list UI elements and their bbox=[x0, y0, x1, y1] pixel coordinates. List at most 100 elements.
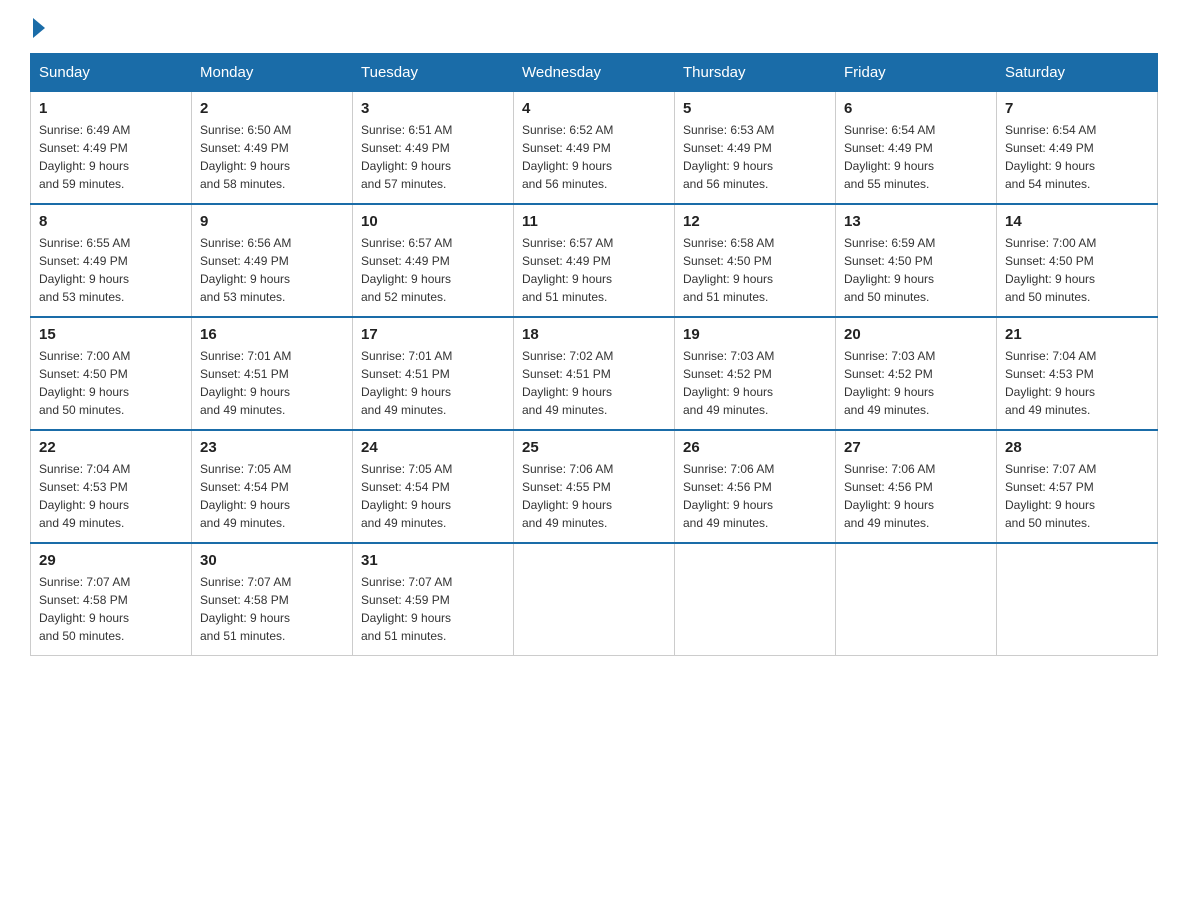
calendar-cell bbox=[836, 543, 997, 656]
calendar-cell: 23 Sunrise: 7:05 AMSunset: 4:54 PMDaylig… bbox=[192, 430, 353, 543]
calendar-cell: 21 Sunrise: 7:04 AMSunset: 4:53 PMDaylig… bbox=[997, 317, 1158, 430]
day-info: Sunrise: 7:07 AMSunset: 4:59 PMDaylight:… bbox=[361, 573, 505, 645]
day-number: 3 bbox=[361, 100, 505, 117]
day-info: Sunrise: 6:51 AMSunset: 4:49 PMDaylight:… bbox=[361, 121, 505, 193]
day-number: 29 bbox=[39, 552, 183, 569]
calendar-cell: 18 Sunrise: 7:02 AMSunset: 4:51 PMDaylig… bbox=[514, 317, 675, 430]
calendar-week-row: 1 Sunrise: 6:49 AMSunset: 4:49 PMDayligh… bbox=[31, 92, 1158, 205]
calendar-cell: 5 Sunrise: 6:53 AMSunset: 4:49 PMDayligh… bbox=[675, 92, 836, 205]
calendar-cell: 1 Sunrise: 6:49 AMSunset: 4:49 PMDayligh… bbox=[31, 92, 192, 205]
logo-arrow-icon bbox=[33, 18, 45, 38]
calendar-week-row: 8 Sunrise: 6:55 AMSunset: 4:49 PMDayligh… bbox=[31, 204, 1158, 317]
calendar-cell: 17 Sunrise: 7:01 AMSunset: 4:51 PMDaylig… bbox=[353, 317, 514, 430]
day-info: Sunrise: 6:56 AMSunset: 4:49 PMDaylight:… bbox=[200, 234, 344, 306]
calendar-cell: 6 Sunrise: 6:54 AMSunset: 4:49 PMDayligh… bbox=[836, 92, 997, 205]
day-info: Sunrise: 6:54 AMSunset: 4:49 PMDaylight:… bbox=[844, 121, 988, 193]
calendar-cell: 22 Sunrise: 7:04 AMSunset: 4:53 PMDaylig… bbox=[31, 430, 192, 543]
day-header-monday: Monday bbox=[192, 54, 353, 92]
day-number: 12 bbox=[683, 213, 827, 230]
day-info: Sunrise: 7:03 AMSunset: 4:52 PMDaylight:… bbox=[844, 347, 988, 419]
calendar-cell: 11 Sunrise: 6:57 AMSunset: 4:49 PMDaylig… bbox=[514, 204, 675, 317]
day-number: 24 bbox=[361, 439, 505, 456]
day-number: 10 bbox=[361, 213, 505, 230]
day-number: 31 bbox=[361, 552, 505, 569]
calendar-cell: 28 Sunrise: 7:07 AMSunset: 4:57 PMDaylig… bbox=[997, 430, 1158, 543]
calendar-cell: 2 Sunrise: 6:50 AMSunset: 4:49 PMDayligh… bbox=[192, 92, 353, 205]
day-number: 13 bbox=[844, 213, 988, 230]
day-info: Sunrise: 7:00 AMSunset: 4:50 PMDaylight:… bbox=[39, 347, 183, 419]
calendar-cell: 4 Sunrise: 6:52 AMSunset: 4:49 PMDayligh… bbox=[514, 92, 675, 205]
day-info: Sunrise: 6:54 AMSunset: 4:49 PMDaylight:… bbox=[1005, 121, 1149, 193]
day-info: Sunrise: 7:05 AMSunset: 4:54 PMDaylight:… bbox=[200, 460, 344, 532]
day-info: Sunrise: 7:04 AMSunset: 4:53 PMDaylight:… bbox=[1005, 347, 1149, 419]
day-info: Sunrise: 6:50 AMSunset: 4:49 PMDaylight:… bbox=[200, 121, 344, 193]
calendar-week-row: 15 Sunrise: 7:00 AMSunset: 4:50 PMDaylig… bbox=[31, 317, 1158, 430]
day-info: Sunrise: 7:06 AMSunset: 4:56 PMDaylight:… bbox=[683, 460, 827, 532]
day-number: 17 bbox=[361, 326, 505, 343]
day-number: 11 bbox=[522, 213, 666, 230]
day-number: 16 bbox=[200, 326, 344, 343]
day-number: 8 bbox=[39, 213, 183, 230]
calendar-cell: 30 Sunrise: 7:07 AMSunset: 4:58 PMDaylig… bbox=[192, 543, 353, 656]
day-number: 25 bbox=[522, 439, 666, 456]
calendar-cell: 24 Sunrise: 7:05 AMSunset: 4:54 PMDaylig… bbox=[353, 430, 514, 543]
day-number: 27 bbox=[844, 439, 988, 456]
calendar-cell: 31 Sunrise: 7:07 AMSunset: 4:59 PMDaylig… bbox=[353, 543, 514, 656]
day-info: Sunrise: 7:01 AMSunset: 4:51 PMDaylight:… bbox=[361, 347, 505, 419]
day-info: Sunrise: 7:07 AMSunset: 4:58 PMDaylight:… bbox=[39, 573, 183, 645]
day-header-thursday: Thursday bbox=[675, 54, 836, 92]
day-header-sunday: Sunday bbox=[31, 54, 192, 92]
day-number: 1 bbox=[39, 100, 183, 117]
day-number: 23 bbox=[200, 439, 344, 456]
day-number: 7 bbox=[1005, 100, 1149, 117]
calendar-cell bbox=[997, 543, 1158, 656]
calendar-cell: 29 Sunrise: 7:07 AMSunset: 4:58 PMDaylig… bbox=[31, 543, 192, 656]
day-info: Sunrise: 7:07 AMSunset: 4:57 PMDaylight:… bbox=[1005, 460, 1149, 532]
calendar-cell: 3 Sunrise: 6:51 AMSunset: 4:49 PMDayligh… bbox=[353, 92, 514, 205]
day-number: 20 bbox=[844, 326, 988, 343]
day-info: Sunrise: 7:06 AMSunset: 4:55 PMDaylight:… bbox=[522, 460, 666, 532]
day-header-tuesday: Tuesday bbox=[353, 54, 514, 92]
calendar-cell: 7 Sunrise: 6:54 AMSunset: 4:49 PMDayligh… bbox=[997, 92, 1158, 205]
day-number: 5 bbox=[683, 100, 827, 117]
calendar-cell: 13 Sunrise: 6:59 AMSunset: 4:50 PMDaylig… bbox=[836, 204, 997, 317]
day-info: Sunrise: 7:04 AMSunset: 4:53 PMDaylight:… bbox=[39, 460, 183, 532]
day-info: Sunrise: 7:03 AMSunset: 4:52 PMDaylight:… bbox=[683, 347, 827, 419]
calendar-cell: 10 Sunrise: 6:57 AMSunset: 4:49 PMDaylig… bbox=[353, 204, 514, 317]
day-info: Sunrise: 7:07 AMSunset: 4:58 PMDaylight:… bbox=[200, 573, 344, 645]
day-number: 26 bbox=[683, 439, 827, 456]
day-info: Sunrise: 7:02 AMSunset: 4:51 PMDaylight:… bbox=[522, 347, 666, 419]
calendar-cell: 26 Sunrise: 7:06 AMSunset: 4:56 PMDaylig… bbox=[675, 430, 836, 543]
calendar-cell: 8 Sunrise: 6:55 AMSunset: 4:49 PMDayligh… bbox=[31, 204, 192, 317]
day-number: 21 bbox=[1005, 326, 1149, 343]
day-header-saturday: Saturday bbox=[997, 54, 1158, 92]
day-number: 18 bbox=[522, 326, 666, 343]
calendar-table: SundayMondayTuesdayWednesdayThursdayFrid… bbox=[30, 53, 1158, 656]
calendar-cell: 25 Sunrise: 7:06 AMSunset: 4:55 PMDaylig… bbox=[514, 430, 675, 543]
day-number: 9 bbox=[200, 213, 344, 230]
calendar-cell: 14 Sunrise: 7:00 AMSunset: 4:50 PMDaylig… bbox=[997, 204, 1158, 317]
calendar-cell: 15 Sunrise: 7:00 AMSunset: 4:50 PMDaylig… bbox=[31, 317, 192, 430]
day-number: 30 bbox=[200, 552, 344, 569]
calendar-header-row: SundayMondayTuesdayWednesdayThursdayFrid… bbox=[31, 54, 1158, 92]
calendar-cell: 20 Sunrise: 7:03 AMSunset: 4:52 PMDaylig… bbox=[836, 317, 997, 430]
calendar-cell bbox=[514, 543, 675, 656]
calendar-cell: 12 Sunrise: 6:58 AMSunset: 4:50 PMDaylig… bbox=[675, 204, 836, 317]
day-number: 22 bbox=[39, 439, 183, 456]
day-info: Sunrise: 6:53 AMSunset: 4:49 PMDaylight:… bbox=[683, 121, 827, 193]
calendar-cell: 9 Sunrise: 6:56 AMSunset: 4:49 PMDayligh… bbox=[192, 204, 353, 317]
calendar-cell: 19 Sunrise: 7:03 AMSunset: 4:52 PMDaylig… bbox=[675, 317, 836, 430]
day-info: Sunrise: 7:06 AMSunset: 4:56 PMDaylight:… bbox=[844, 460, 988, 532]
calendar-cell bbox=[675, 543, 836, 656]
day-header-friday: Friday bbox=[836, 54, 997, 92]
day-info: Sunrise: 6:59 AMSunset: 4:50 PMDaylight:… bbox=[844, 234, 988, 306]
day-number: 15 bbox=[39, 326, 183, 343]
day-number: 28 bbox=[1005, 439, 1149, 456]
day-number: 6 bbox=[844, 100, 988, 117]
day-number: 19 bbox=[683, 326, 827, 343]
day-header-wednesday: Wednesday bbox=[514, 54, 675, 92]
calendar-cell: 27 Sunrise: 7:06 AMSunset: 4:56 PMDaylig… bbox=[836, 430, 997, 543]
day-info: Sunrise: 7:05 AMSunset: 4:54 PMDaylight:… bbox=[361, 460, 505, 532]
day-info: Sunrise: 6:57 AMSunset: 4:49 PMDaylight:… bbox=[361, 234, 505, 306]
calendar-week-row: 22 Sunrise: 7:04 AMSunset: 4:53 PMDaylig… bbox=[31, 430, 1158, 543]
